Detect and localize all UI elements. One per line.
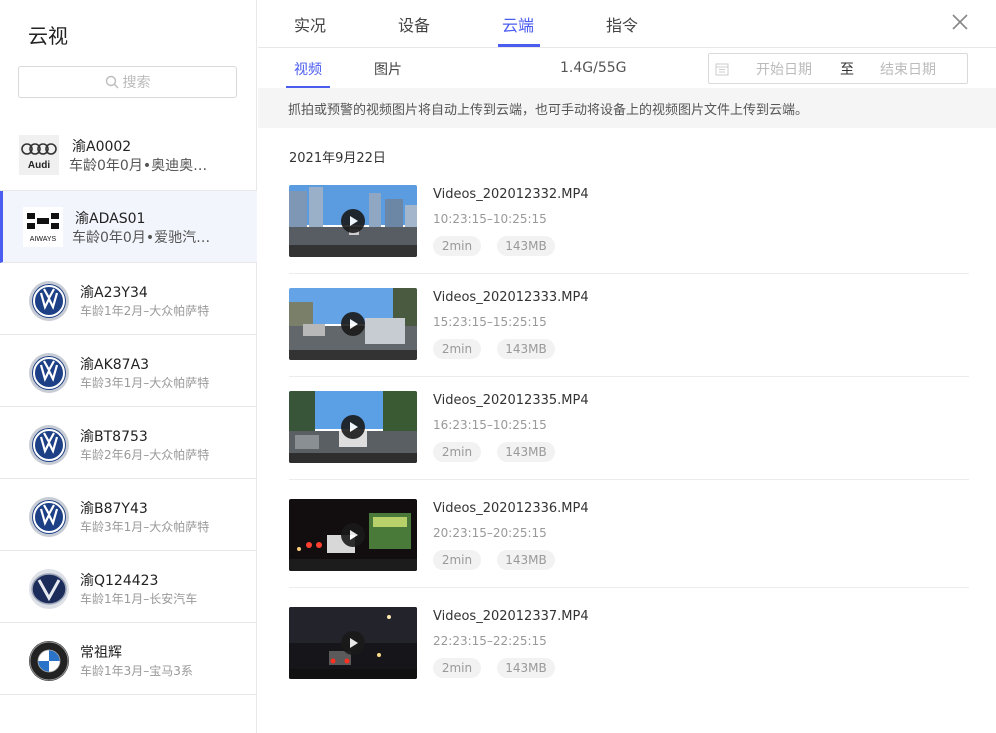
- tab-live[interactable]: 实况: [294, 12, 326, 36]
- top-tabs: 实况 设备 云端 指令: [258, 0, 996, 48]
- calendar-icon: [715, 63, 729, 75]
- subtab-video[interactable]: 视频: [294, 59, 322, 79]
- duration-badge: 2min: [433, 442, 481, 462]
- vehicle-plate: 渝A0002: [72, 139, 132, 155]
- vehicle-item[interactable]: 渝AK87A3 车龄3年1月–大众帕萨特: [0, 335, 257, 407]
- video-item: Videos_202012337.MP4 22:23:15–22:25:15 2…: [289, 592, 969, 696]
- vehicle-plate: 渝A23Y34: [80, 285, 148, 301]
- vehicle-desc: 车龄3年1月–大众帕萨特: [80, 520, 210, 534]
- vehicle-plate: 渝BT8753: [80, 429, 148, 445]
- tab-command[interactable]: 指令: [606, 12, 638, 36]
- vehicle-item[interactable]: Audi 渝A0002 车龄0年0月•奥迪奥…: [0, 119, 257, 191]
- vehicle-desc: 车龄1年3月–宝马3系: [80, 664, 193, 678]
- vehicle-desc: 车龄1年2月–大众帕萨特: [80, 304, 210, 318]
- vehicle-item-active[interactable]: AIWAYS 渝ADAS01 车龄0年0月•爱驰汽…: [0, 191, 257, 263]
- vehicle-desc: 车龄1年1月–长安汽车: [80, 592, 198, 606]
- video-filename[interactable]: Videos_202012332.MP4: [433, 187, 589, 202]
- app-title: 云视: [28, 24, 68, 48]
- size-badge: 143MB: [497, 236, 555, 256]
- vehicle-item[interactable]: 渝A23Y34 车龄1年2月–大众帕萨特: [0, 263, 257, 335]
- vehicle-desc: 车龄0年0月•奥迪奥…: [69, 158, 208, 174]
- video-thumbnail[interactable]: [289, 391, 417, 463]
- svg-text:Audi: Audi: [28, 160, 50, 171]
- play-icon[interactable]: [341, 312, 365, 336]
- date-range-picker[interactable]: 开始日期 至 结束日期: [708, 53, 968, 84]
- play-icon[interactable]: [341, 415, 365, 439]
- duration-badge: 2min: [433, 236, 481, 256]
- end-date-input[interactable]: 结束日期: [880, 59, 936, 79]
- video-timerange: 10:23:15–10:25:15: [433, 212, 547, 226]
- video-thumbnail[interactable]: [289, 607, 417, 679]
- video-item: Videos_202012336.MP4 20:23:15–20:25:15 2…: [289, 484, 969, 588]
- search-input[interactable]: 搜索: [18, 66, 237, 98]
- date-group-header: 2021年9月22日: [289, 151, 386, 166]
- duration-badge: 2min: [433, 339, 481, 359]
- play-icon[interactable]: [341, 631, 365, 655]
- video-timerange: 16:23:15–10:25:15: [433, 418, 547, 432]
- vehicle-item[interactable]: 常祖辉 车龄1年3月–宝马3系: [0, 623, 257, 695]
- vehicle-item[interactable]: 渝Q124423 车龄1年1月–长安汽车: [0, 551, 257, 623]
- vehicle-plate: 常祖辉: [80, 645, 122, 661]
- audi-logo-icon: Audi: [18, 135, 60, 175]
- search-placeholder: 搜索: [122, 75, 151, 91]
- sub-tabs: 视频 图片 1.4G/55G 开始日期 至 结束日期: [258, 48, 996, 88]
- volkswagen-logo-icon: [28, 424, 70, 466]
- video-item: Videos_202012335.MP4 16:23:15–10:25:15 2…: [289, 376, 969, 480]
- video-timerange: 15:23:15–15:25:15: [433, 315, 547, 329]
- video-filename[interactable]: Videos_202012336.MP4: [433, 501, 589, 516]
- video-timerange: 22:23:15–22:25:15: [433, 634, 547, 648]
- video-thumbnail[interactable]: [289, 288, 417, 360]
- close-icon[interactable]: [950, 12, 970, 32]
- duration-badge: 2min: [433, 658, 481, 678]
- upload-notice: 抓拍或预警的视频图片将自动上传到云端，也可手动将设备上的视频图片文件上传到云端。: [258, 88, 996, 128]
- vehicle-sidebar: 云视 搜索 Audi 渝A0002 车龄0年0月•奥迪奥… AIWAYS 渝AD…: [0, 0, 257, 733]
- vehicle-item[interactable]: 渝B87Y43 车龄3年1月–大众帕萨特: [0, 479, 257, 551]
- volkswagen-logo-icon: [28, 496, 70, 538]
- volkswagen-logo-icon: [28, 352, 70, 394]
- vehicle-plate: 渝B87Y43: [80, 501, 148, 517]
- vehicle-desc: 车龄3年1月–大众帕萨特: [80, 376, 210, 390]
- video-item: Videos_202012333.MP4 15:23:15–15:25:15 2…: [289, 273, 969, 377]
- video-timerange: 20:23:15–20:25:15: [433, 526, 547, 540]
- search-icon: [105, 75, 118, 89]
- video-thumbnail[interactable]: [289, 499, 417, 571]
- video-item: Videos_202012332.MP4 10:23:15–10:25:15 2…: [289, 170, 969, 274]
- size-badge: 143MB: [497, 442, 555, 462]
- video-filename[interactable]: Videos_202012335.MP4: [433, 393, 589, 408]
- vehicle-plate: 渝AK87A3: [80, 357, 150, 373]
- size-badge: 143MB: [497, 550, 555, 570]
- tab-cloud[interactable]: 云端: [502, 12, 534, 36]
- vehicle-item[interactable]: 渝BT8753 车龄2年6月–大众帕萨特: [0, 407, 257, 479]
- play-icon[interactable]: [341, 523, 365, 547]
- active-tab-indicator: [498, 44, 540, 47]
- start-date-input[interactable]: 开始日期: [756, 59, 812, 79]
- video-filename[interactable]: Videos_202012333.MP4: [433, 290, 589, 305]
- size-badge: 143MB: [497, 339, 555, 359]
- aiways-logo-icon: AIWAYS: [22, 207, 64, 247]
- changan-logo-icon: [28, 568, 70, 610]
- duration-badge: 2min: [433, 550, 481, 570]
- video-thumbnail[interactable]: [289, 185, 417, 257]
- play-icon[interactable]: [341, 209, 365, 233]
- tab-device[interactable]: 设备: [398, 12, 430, 36]
- vehicle-desc: 车龄2年6月–大众帕萨特: [80, 448, 210, 462]
- bmw-logo-icon: [28, 640, 70, 682]
- main-panel: 实况 设备 云端 指令 视频 图片 1.4G/55G 开始日期 至 结束日期 抓…: [258, 0, 996, 733]
- svg-text:AIWAYS: AIWAYS: [30, 236, 57, 243]
- video-filename[interactable]: Videos_202012337.MP4: [433, 609, 589, 624]
- volkswagen-logo-icon: [28, 280, 70, 322]
- subtab-image[interactable]: 图片: [374, 59, 402, 79]
- date-separator: 至: [840, 61, 854, 78]
- vehicle-plate: 渝ADAS01: [75, 211, 146, 227]
- storage-usage: 1.4G/55G: [560, 60, 627, 76]
- size-badge: 143MB: [497, 658, 555, 678]
- vehicle-plate: 渝Q124423: [80, 573, 159, 589]
- vehicle-desc: 车龄0年0月•爱驰汽…: [72, 230, 211, 246]
- vehicle-list: Audi 渝A0002 车龄0年0月•奥迪奥… AIWAYS 渝ADAS01 车…: [0, 119, 257, 695]
